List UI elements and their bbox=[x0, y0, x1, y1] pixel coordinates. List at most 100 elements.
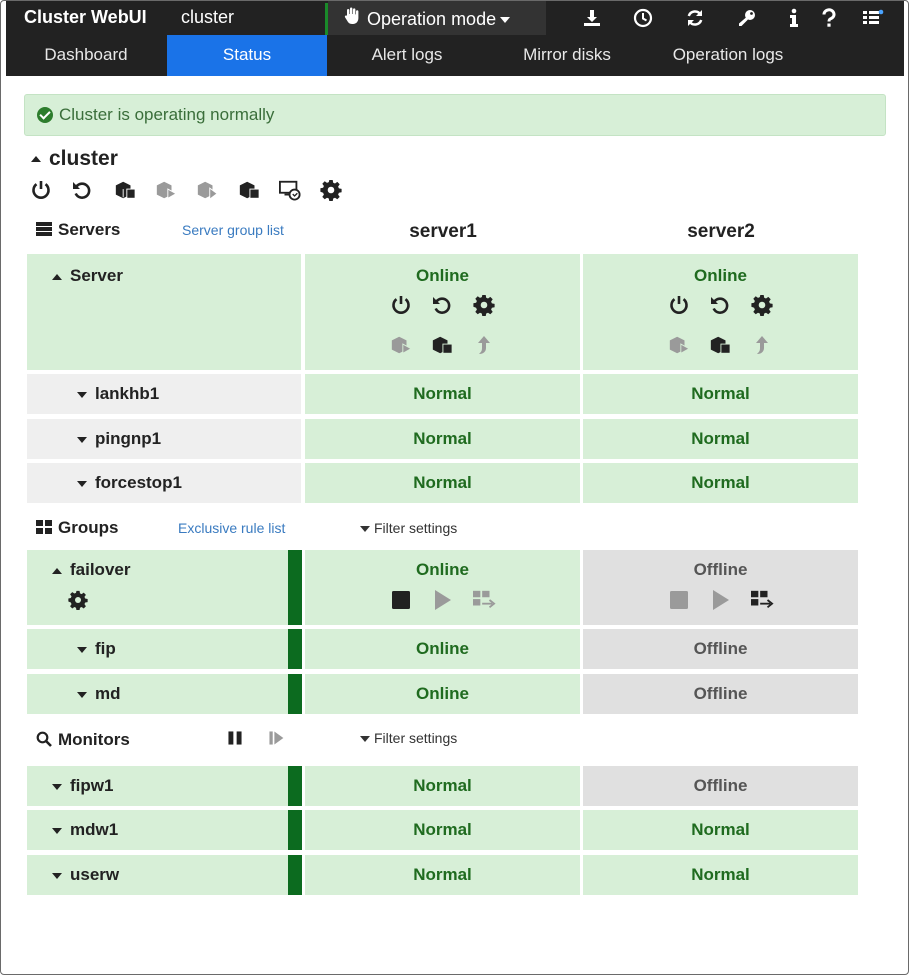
exclusive-rule-list-link[interactable]: Exclusive rule list bbox=[178, 520, 285, 536]
row-label: md bbox=[95, 684, 121, 703]
recover-icon[interactable] bbox=[472, 333, 496, 357]
download-icon[interactable] bbox=[580, 6, 604, 30]
recover-icon[interactable] bbox=[750, 333, 774, 357]
monitor-status-bar bbox=[288, 810, 302, 850]
info-icon[interactable] bbox=[782, 6, 806, 30]
gear-icon[interactable] bbox=[319, 178, 343, 202]
cluster-name: cluster bbox=[181, 7, 235, 27]
group-start-icon[interactable] bbox=[667, 333, 691, 357]
tab-operation-logs[interactable]: Operation logs bbox=[648, 35, 808, 76]
group-status-bar bbox=[288, 550, 302, 625]
operation-mode-label: Operation mode bbox=[367, 9, 497, 29]
groups-heading: Groups bbox=[36, 518, 118, 538]
server-group-list-link[interactable]: Server group list bbox=[182, 222, 284, 238]
play-icon[interactable] bbox=[708, 588, 732, 612]
power-icon[interactable] bbox=[29, 178, 53, 202]
resource-row-fip[interactable]: fip bbox=[27, 629, 288, 669]
chevron-down-icon bbox=[500, 17, 511, 24]
status-text: Online bbox=[416, 560, 469, 579]
server2-status-cell: Online bbox=[583, 254, 858, 370]
suspend-icon[interactable] bbox=[430, 333, 454, 357]
tab-mirror-disks[interactable]: Mirror disks bbox=[487, 35, 647, 76]
group-move-icon[interactable] bbox=[472, 588, 496, 612]
stop-icon[interactable] bbox=[667, 588, 691, 612]
groups-title: Groups bbox=[58, 518, 119, 537]
tab-status[interactable]: Status bbox=[167, 35, 327, 76]
expand-icon bbox=[52, 827, 62, 834]
suspend-icon[interactable] bbox=[708, 333, 732, 357]
clock-icon[interactable] bbox=[631, 6, 655, 30]
tab-dashboard[interactable]: Dashboard bbox=[6, 35, 166, 76]
monitor-row-fipw1[interactable]: fipw1 bbox=[27, 766, 288, 806]
power-icon[interactable] bbox=[667, 293, 691, 317]
row-label: forcestop1 bbox=[95, 473, 182, 492]
row-label: userw bbox=[70, 865, 120, 884]
restart-icon[interactable] bbox=[430, 293, 454, 317]
monitor-filter-settings[interactable]: Filter settings bbox=[360, 730, 457, 746]
status-cell: Offline bbox=[583, 674, 858, 714]
resource-row-md[interactable]: md bbox=[27, 674, 288, 714]
server-subrow-forcestop1[interactable]: forcestop1 bbox=[27, 463, 301, 503]
monitors-heading: Monitors bbox=[36, 730, 130, 750]
refresh-icon[interactable] bbox=[683, 6, 707, 30]
server-row-label-text: Server bbox=[70, 266, 123, 285]
help-icon[interactable] bbox=[817, 6, 841, 30]
status-text: Normal bbox=[691, 429, 750, 448]
restart-icon[interactable] bbox=[708, 293, 732, 317]
status-cell: Normal bbox=[583, 463, 858, 503]
monitor-status-bar bbox=[288, 766, 302, 806]
monitor-row-mdw1[interactable]: mdw1 bbox=[27, 810, 288, 850]
status-text: Normal bbox=[691, 384, 750, 403]
column-header-server1: server1 bbox=[409, 221, 477, 242]
stop-icon[interactable] bbox=[389, 588, 413, 612]
status-text: Normal bbox=[413, 384, 472, 403]
monitor-restart-icon[interactable] bbox=[278, 178, 302, 202]
status-cell: Offline bbox=[583, 629, 858, 669]
restart-icon[interactable] bbox=[70, 178, 94, 202]
suspend-cluster-icon[interactable] bbox=[237, 178, 261, 202]
power-icon[interactable] bbox=[389, 293, 413, 317]
key-icon[interactable] bbox=[735, 6, 759, 30]
monitors-title: Monitors bbox=[58, 730, 130, 749]
list-icon[interactable] bbox=[861, 6, 885, 30]
main-nav: Dashboard Status Alert logs Mirror disks… bbox=[6, 35, 904, 76]
pause-icon[interactable] bbox=[223, 726, 247, 750]
status-text: Offline bbox=[693, 776, 748, 795]
tab-alert-logs[interactable]: Alert logs bbox=[327, 35, 487, 76]
status-alert: Cluster is operating normally bbox=[24, 94, 886, 136]
chevron-down-icon bbox=[360, 736, 370, 743]
servers-title: Servers bbox=[58, 220, 121, 239]
collapse-icon bbox=[52, 567, 62, 574]
group-start-icon[interactable] bbox=[389, 333, 413, 357]
group-row-failover[interactable]: failover bbox=[27, 550, 288, 625]
status-text: Offline bbox=[693, 684, 748, 703]
group-move-icon[interactable] bbox=[750, 588, 774, 612]
monitor-row-userw[interactable]: userw bbox=[27, 855, 288, 895]
server1-status: Online bbox=[416, 266, 469, 285]
operation-mode-button[interactable]: Operation mode bbox=[328, 1, 546, 35]
group-filter-settings[interactable]: Filter settings bbox=[360, 520, 457, 536]
expand-icon bbox=[52, 783, 62, 790]
server-subrow-lankhb1[interactable]: lankhb1 bbox=[27, 374, 301, 414]
filter-label: Filter settings bbox=[374, 520, 458, 536]
cluster-heading[interactable]: cluster bbox=[31, 147, 118, 171]
server-subrow-pingnp1[interactable]: pingnp1 bbox=[27, 419, 301, 459]
server1-status-cell: Online bbox=[305, 254, 580, 370]
collapse-icon bbox=[31, 156, 41, 163]
server-row-label[interactable]: Server bbox=[27, 254, 301, 370]
group-move-icon[interactable] bbox=[195, 178, 219, 202]
hand-icon bbox=[344, 7, 362, 30]
group-start-icon[interactable] bbox=[154, 178, 178, 202]
gear-icon[interactable] bbox=[750, 293, 774, 317]
status-text: Normal bbox=[691, 820, 750, 839]
gear-icon[interactable] bbox=[472, 293, 496, 317]
status-text: Normal bbox=[413, 473, 472, 492]
cluster-title: cluster bbox=[49, 147, 118, 170]
servers-heading: Servers bbox=[36, 220, 120, 240]
column-header-server2: server2 bbox=[687, 221, 755, 242]
start-cluster-icon[interactable] bbox=[113, 178, 137, 202]
resume-icon[interactable] bbox=[264, 726, 288, 750]
play-icon[interactable] bbox=[430, 588, 454, 612]
row-label: mdw1 bbox=[70, 820, 119, 839]
gear-icon[interactable] bbox=[66, 588, 90, 612]
